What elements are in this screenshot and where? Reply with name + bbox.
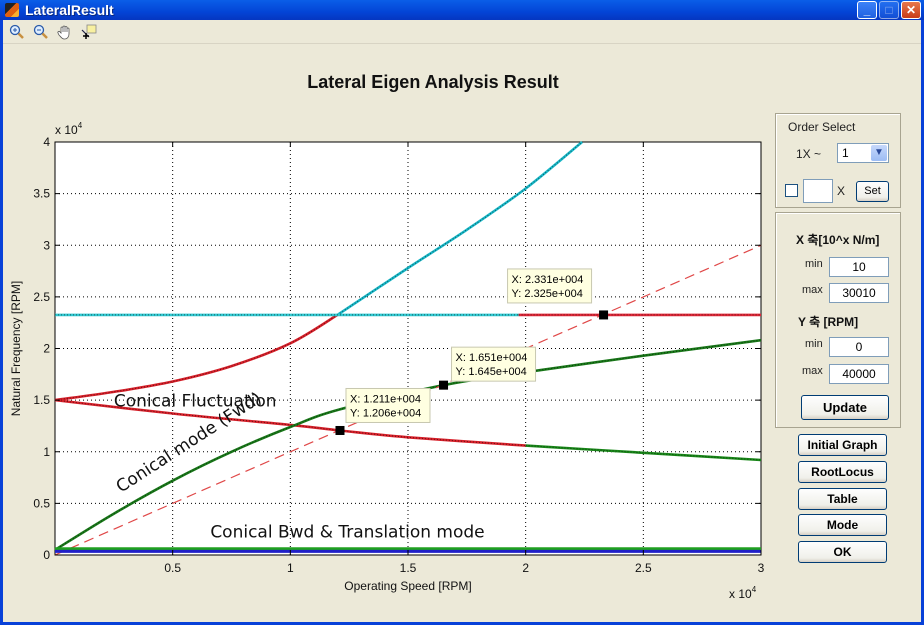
x-multiplier-label: x 104 [729, 585, 757, 601]
datatip-y-label: Y: 1.645e+004 [456, 366, 527, 378]
datatip-x-label: X: 1.651e+004 [456, 352, 528, 364]
annotation-label: Conical Bwd & Translation mode [210, 522, 484, 542]
y-tick-label: 4 [43, 135, 50, 149]
y-axis-label: Natural Frequency [RPM] [9, 281, 23, 416]
y-tick-label: 0 [43, 548, 50, 562]
datatip-marker [335, 425, 345, 435]
datatip-x-label: X: 1.211e+004 [350, 393, 421, 405]
y-tick-label: 1 [43, 445, 50, 459]
y-tick-label: 2.5 [33, 290, 50, 304]
y-tick-label: 2 [43, 342, 50, 356]
y-multiplier-label: x 104 [55, 121, 83, 137]
x-tick-label: 0.5 [164, 561, 181, 575]
x-axis-label: Operating Speed [RPM] [344, 579, 471, 593]
y-tick-label: 0.5 [33, 496, 50, 510]
datatip-y-label: Y: 2.325e+004 [512, 288, 583, 300]
datatip-x-label: X: 2.331e+004 [512, 274, 584, 286]
y-tick-label: 3 [43, 238, 50, 252]
y-tick-label: 3.5 [33, 187, 50, 201]
x-tick-label: 1.5 [400, 561, 417, 575]
eigen-chart[interactable]: 0.5 1 1.5 2 2.5 300.511.522.533.54 Conical Fl… [0, 0, 924, 625]
datatip-marker [599, 310, 609, 320]
y-tick-label: 1.5 [33, 393, 50, 407]
datatip-y-label: Y: 1.206e+004 [350, 407, 421, 419]
x-tick-label: 2.5 [635, 561, 652, 575]
x-tick-label: 1 [287, 561, 294, 575]
datatip-marker [439, 380, 449, 390]
x-tick-label: 2 [522, 561, 529, 575]
x-tick-label: 3 [758, 561, 765, 575]
